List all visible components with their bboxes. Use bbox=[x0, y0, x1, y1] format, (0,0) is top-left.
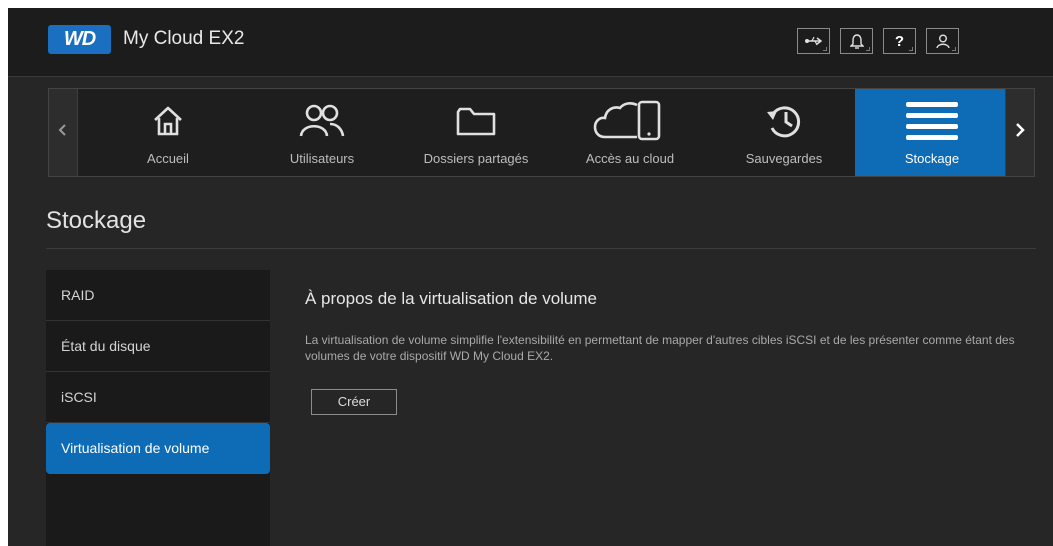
side-menu: RAID État du disque iSCSI Virtualisation… bbox=[46, 270, 270, 546]
side-menu-item-etat-disque[interactable]: État du disque bbox=[46, 321, 270, 372]
help-button[interactable]: ? bbox=[883, 28, 916, 54]
nav-item-accueil[interactable]: Accueil bbox=[91, 89, 245, 176]
usb-icon bbox=[804, 35, 824, 47]
home-icon bbox=[91, 99, 245, 143]
notifications-button[interactable] bbox=[840, 28, 873, 54]
nav-item-label: Accès au cloud bbox=[585, 151, 675, 166]
side-menu-item-iscsi[interactable]: iSCSI bbox=[46, 372, 270, 423]
nav-item-stockage[interactable]: Stockage bbox=[855, 89, 1009, 176]
nav-item-sauvegardes[interactable]: Sauvegardes bbox=[707, 89, 861, 176]
history-icon bbox=[707, 99, 861, 143]
nav-item-label: Accueil bbox=[147, 151, 189, 166]
user-icon bbox=[935, 34, 950, 49]
nav-item-label: Utilisateurs bbox=[289, 151, 355, 166]
side-menu-item-virtualisation[interactable]: Virtualisation de volume bbox=[46, 423, 270, 474]
storage-icon bbox=[855, 99, 1009, 143]
nav-item-utilisateurs[interactable]: Utilisateurs bbox=[245, 89, 399, 176]
side-menu-item-raid[interactable]: RAID bbox=[46, 270, 270, 321]
wd-logo: WD bbox=[48, 25, 111, 54]
nav-prev-button[interactable] bbox=[49, 89, 78, 176]
bell-icon bbox=[849, 33, 864, 49]
nav-item-dossiers-partages[interactable]: Dossiers partagés bbox=[399, 89, 553, 176]
section-title: À propos de la virtualisation de volume bbox=[305, 289, 597, 308]
usb-button[interactable] bbox=[797, 28, 830, 54]
nav-item-label: Dossiers partagés bbox=[423, 151, 529, 166]
header-bar: WD My Cloud EX2 ? bbox=[8, 8, 1053, 77]
nav-item-label: Stockage bbox=[904, 151, 960, 166]
create-button[interactable]: Créer bbox=[311, 389, 397, 415]
main-nav: Accueil Utilisateurs Dossiers partagés A… bbox=[48, 88, 1035, 177]
users-icon bbox=[245, 99, 399, 143]
nav-item-label: Sauvegardes bbox=[745, 151, 823, 166]
title-divider bbox=[46, 248, 1036, 249]
cloud-device-icon bbox=[553, 99, 707, 143]
nav-next-button[interactable] bbox=[1005, 89, 1034, 176]
nav-item-acces-cloud[interactable]: Accès au cloud bbox=[553, 89, 707, 176]
chevron-right-icon bbox=[1015, 122, 1025, 143]
app-title: My Cloud EX2 bbox=[123, 28, 245, 49]
help-icon: ? bbox=[894, 32, 905, 50]
chevron-left-icon bbox=[58, 123, 68, 142]
page-title: Stockage bbox=[46, 207, 147, 234]
section-description: La virtualisation de volume simplifie l'… bbox=[305, 333, 1015, 363]
folder-icon bbox=[399, 99, 553, 143]
app-window: WD My Cloud EX2 ? Accueil Utilisateurs D… bbox=[8, 8, 1053, 546]
user-button[interactable] bbox=[926, 28, 959, 54]
